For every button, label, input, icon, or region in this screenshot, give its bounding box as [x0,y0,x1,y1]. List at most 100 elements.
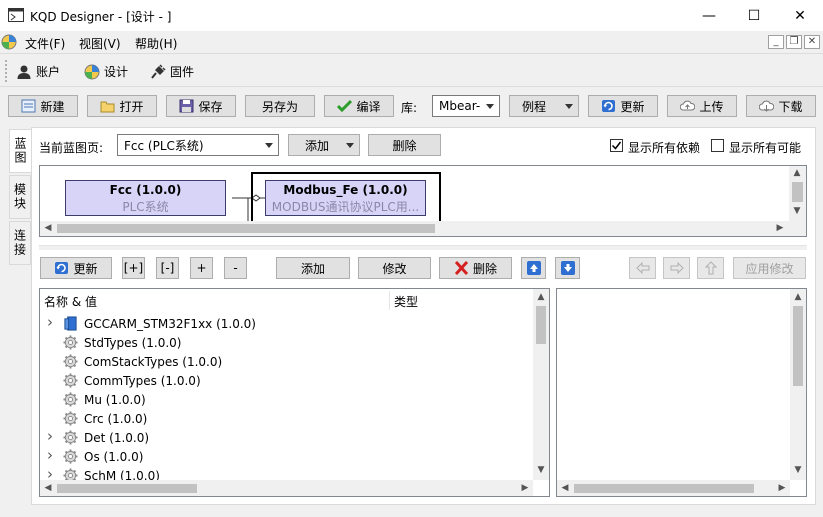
upload-button[interactable]: 上传 [667,95,737,117]
blueprint-canvas[interactable]: Fcc (1.0.0) PLC系统 Modbus_Fe (1.0.0) MODB… [39,165,807,237]
property-vertical-scrollbar[interactable]: ▲ ▼ [790,289,806,480]
scroll-left-icon[interactable]: ◀ [557,483,573,493]
module-delete-label: 删除 [472,261,497,276]
module-delete-button[interactable]: 删除 [439,257,512,279]
scroll-down-icon[interactable]: ▼ [533,465,549,475]
show-all-possible-checkbox[interactable] [711,139,724,152]
scroll-down-icon[interactable]: ▼ [790,465,806,475]
scroll-right-icon[interactable]: ▶ [772,223,788,233]
scroll-down-icon[interactable]: ▼ [789,206,805,216]
module-add-button[interactable]: 添加 [276,257,350,279]
module-update-button[interactable]: 更新 [40,257,112,279]
scroll-thumb[interactable] [574,484,754,493]
blueprint-delete-label: 删除 [392,138,417,153]
increment-button[interactable]: + [190,257,213,279]
tree-row[interactable]: CommTypes (1.0.0) [40,371,533,390]
close-button[interactable]: ✕ [777,0,823,31]
library-select[interactable]: Mbear- [432,95,500,117]
mdi-minimize-button[interactable]: _ [768,35,784,49]
apply-changes-button[interactable]: 应用修改 [733,257,806,279]
save-as-button[interactable]: 另存为 [245,95,315,117]
scroll-thumb[interactable] [57,484,197,493]
download-button[interactable]: 下载 [746,95,816,117]
chevron-down-icon [265,143,273,148]
open-button[interactable]: 打开 [87,95,157,117]
blueprint-node-fcc[interactable]: Fcc (1.0.0) PLC系统 [65,180,226,216]
column-header-type[interactable]: 类型 [394,293,418,310]
up-level-button[interactable] [697,257,724,279]
menu-separator [0,53,823,54]
column-divider[interactable] [389,291,390,310]
examples-dropdown[interactable]: 例程 [509,95,579,117]
tab-modules[interactable]: 模块 [9,175,31,219]
tree-row[interactable]: › Det (1.0.0) [40,427,533,447]
property-panel[interactable]: ▲ ▼ ◀ ▶ [556,288,807,497]
scroll-thumb[interactable] [536,306,546,344]
module-modify-button[interactable]: 修改 [358,257,431,279]
tree-row[interactable]: › Os (1.0.0) [40,446,533,466]
scroll-left-icon[interactable]: ◀ [40,223,56,233]
blueprint-node-modbus[interactable]: Modbus_Fe (1.0.0) MODBUS通讯协议PLC用... [265,180,426,216]
scroll-thumb[interactable] [57,224,435,233]
tree-row[interactable]: › GCCARM_STM32F1xx (1.0.0) [40,313,533,333]
tree-vertical-scrollbar[interactable]: ▲ ▼ [533,289,549,480]
maximize-button[interactable]: ☐ [731,0,777,31]
update-button[interactable]: 更新 [588,95,658,117]
mdi-restore-button[interactable]: ❐ [786,35,802,49]
expand-chevron-icon[interactable]: › [47,313,53,331]
column-header-name[interactable]: 名称 & 值 [44,293,97,310]
scroll-thumb[interactable] [792,182,803,202]
window-title: KQD Designer - [设计 - ] [30,10,172,24]
firmware-button[interactable]: 固件 [150,63,194,80]
scroll-up-icon[interactable]: ▲ [533,292,549,302]
expand-chevron-icon[interactable]: › [47,446,53,464]
move-up-button[interactable] [521,257,546,279]
tree-row[interactable]: Crc (1.0.0) [40,409,533,428]
menu-view[interactable]: 视图(V) [79,35,121,52]
decrement-button[interactable]: - [224,257,247,279]
plug-icon [151,63,166,79]
move-down-button[interactable] [555,257,580,279]
tree-row[interactable]: StdTypes (1.0.0) [40,333,533,352]
firmware-label: 固件 [170,65,195,79]
mdi-close-button[interactable]: ✕ [804,35,820,49]
tab-connections[interactable]: 连接 [9,221,31,265]
blueprint-add-dropdown[interactable]: 添加 [288,134,360,156]
property-horizontal-scrollbar[interactable]: ◀ ▶ [557,480,790,496]
tab-blueprint[interactable]: 蓝图 [9,129,31,173]
new-button[interactable]: 新建 [8,95,78,117]
blueprint-delete-button[interactable]: 删除 [368,134,441,156]
menu-help[interactable]: 帮助(H) [135,35,177,52]
scroll-right-icon[interactable]: ▶ [517,483,533,493]
tree-horizontal-scrollbar[interactable]: ◀ ▶ [40,480,533,496]
scroll-up-icon[interactable]: ▲ [789,168,805,178]
tree-row[interactable]: Mu (1.0.0) [40,390,533,409]
tree-row[interactable]: ComStackTypes (1.0.0) [40,352,533,371]
blueprint-page-select[interactable]: Fcc (PLC系统) [117,134,279,156]
tree-row-label: Crc (1.0.0) [84,411,148,426]
canvas-horizontal-scrollbar[interactable]: ◀ ▶ [40,221,806,236]
show-all-deps-checkbox[interactable] [610,139,623,152]
node-subtitle: MODBUS通讯协议PLC用... [271,200,420,214]
collapse-all-button[interactable]: [-] [156,257,179,279]
app-menu-icon[interactable] [1,34,17,50]
panel-splitter[interactable] [39,245,807,250]
module-tree[interactable]: 名称 & 值 类型 › GCCARM_STM32F1xx (1.0.0) StdTy… [39,288,550,497]
minimize-button[interactable]: — [686,0,732,31]
back-button[interactable] [629,257,656,279]
design-button[interactable]: 设计 [84,63,128,80]
save-button[interactable]: 保存 [166,95,236,117]
scroll-left-icon[interactable]: ◀ [40,483,56,493]
node-title: Modbus_Fe (1.0.0) [283,183,408,197]
app-icon [8,8,24,22]
scroll-right-icon[interactable]: ▶ [774,483,790,493]
account-button[interactable]: 账户 [16,63,60,80]
scroll-thumb[interactable] [793,306,803,386]
expand-chevron-icon[interactable]: › [47,427,53,445]
canvas-vertical-scrollbar[interactable]: ▲ ▼ [789,166,806,221]
menu-file[interactable]: 文件(F) [25,35,65,52]
forward-button[interactable] [663,257,690,279]
compile-button[interactable]: 编译 [324,95,394,117]
scroll-up-icon[interactable]: ▲ [790,292,806,302]
expand-all-button[interactable]: [+] [122,257,145,279]
